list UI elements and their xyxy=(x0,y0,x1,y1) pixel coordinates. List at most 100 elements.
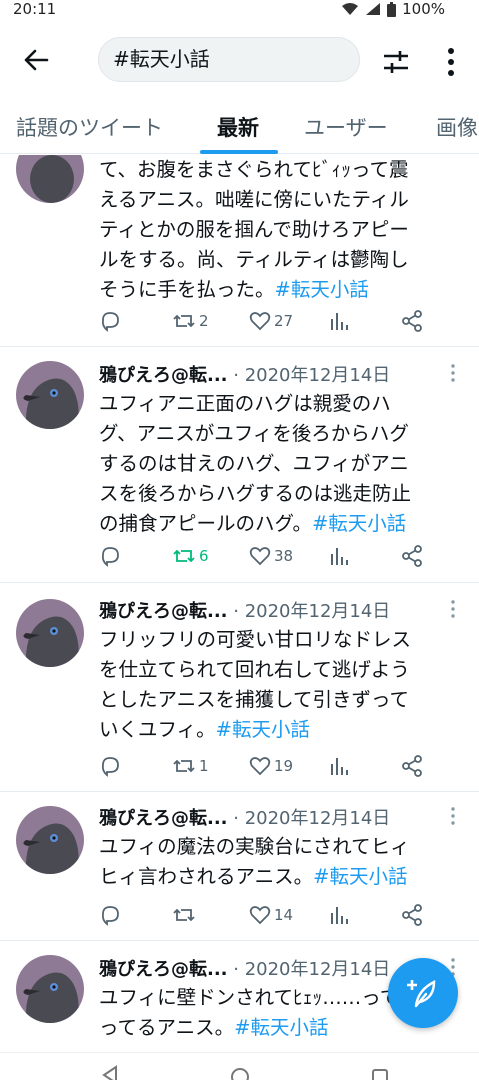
tweet-date: · 2020年12月14日 xyxy=(233,808,391,829)
tweet-text-line: フリッフリの可愛い甘ロリなドレス xyxy=(99,628,412,651)
tweet-text-line: を仕立てられて回れ右して逃げよう xyxy=(99,658,410,681)
compose-tweet-button[interactable] xyxy=(388,958,458,1028)
heart-icon xyxy=(249,906,271,925)
author-name[interactable]: 鴉ぴえろ@転... xyxy=(99,601,228,622)
tab-people[interactable]: ユーザー xyxy=(304,112,388,142)
tweet-menu-button[interactable] xyxy=(448,806,458,826)
share-icon xyxy=(402,904,422,926)
analytics-button[interactable] xyxy=(329,545,349,567)
tweet-actions: 6 38 xyxy=(99,545,449,573)
search-input[interactable]: #転天小話 xyxy=(98,37,360,82)
more-vertical-icon xyxy=(451,600,455,618)
reply-icon xyxy=(101,547,119,567)
tweet-text-line: ルをする。尚、ティルティは鬱陶し xyxy=(99,248,409,271)
hashtag-link[interactable]: #転天小話 xyxy=(312,512,406,535)
tab-top[interactable]: 話題のツイート xyxy=(16,112,163,142)
tweet-header: 鴉ぴえろ@転... · 2020年12月14日 xyxy=(99,804,390,830)
retweet-icon xyxy=(173,549,195,563)
battery-level: 100% xyxy=(402,0,445,18)
reply-button[interactable] xyxy=(99,545,121,567)
reply-button[interactable] xyxy=(99,904,121,926)
tweet-text-line: えるアニス。咄嗟に傍にいたティル xyxy=(99,188,409,211)
sliders-icon xyxy=(384,51,408,73)
more-vertical-icon xyxy=(451,807,455,825)
tweet-feed[interactable]: て、お腹をまさぐられてﾋﾞｨｯって震 えるアニス。咄嗟に傍にいたティル ティとか… xyxy=(0,155,479,1050)
like-count: 38 xyxy=(274,547,294,565)
arrow-left-icon xyxy=(24,49,49,71)
reply-icon xyxy=(101,312,119,332)
active-tab-indicator xyxy=(200,150,278,154)
avatar[interactable] xyxy=(16,155,84,203)
share-button[interactable] xyxy=(401,755,423,777)
avatar[interactable] xyxy=(16,806,84,874)
reply-button[interactable] xyxy=(99,310,121,332)
tweet-text: ユフィアニ正面のハグは親愛のハ グ、アニスがユフィを後ろからハグ するのは甘えの… xyxy=(99,389,451,539)
analytics-button[interactable] xyxy=(329,310,349,332)
retweet-button[interactable] xyxy=(172,904,199,926)
retweet-button[interactable]: 6 xyxy=(172,545,209,567)
tweet-text-line: するのは甘えのハグ、ユフィがアニ xyxy=(99,452,409,475)
top-bar: #転天小話 xyxy=(0,24,479,96)
reply-icon xyxy=(101,757,119,777)
tweet-text-line: スを後ろからハグするのは逃走防止 xyxy=(99,482,412,505)
tweet-date: · 2020年12月14日 xyxy=(233,959,391,980)
overflow-menu-button[interactable] xyxy=(438,46,464,78)
tweet-text-line: ユフィアニ正面のハグは親愛のハ xyxy=(99,392,391,415)
share-button[interactable] xyxy=(401,545,423,567)
like-button[interactable]: 27 xyxy=(249,310,293,332)
tweet-text-line: ってるアニス。 xyxy=(99,1016,235,1039)
share-button[interactable] xyxy=(401,310,423,332)
tweet[interactable]: て、お腹をまさぐられてﾋﾞｨｯって震 えるアニス。咄嗟に傍にいたティル ティとか… xyxy=(0,155,479,347)
tweet-actions: 14 xyxy=(99,904,449,932)
author-name[interactable]: 鴉ぴえろ@転... xyxy=(99,365,228,386)
tweet-date: · 2020年12月14日 xyxy=(233,601,391,622)
heart-icon xyxy=(249,757,271,776)
wifi-icon xyxy=(342,3,359,15)
tweet[interactable]: 鴉ぴえろ@転... · 2020年12月14日 ユフィの魔法の実験台にされてヒィ… xyxy=(0,792,479,941)
author-name[interactable]: 鴉ぴえろ@転... xyxy=(99,959,228,980)
nav-back-icon[interactable] xyxy=(98,1065,122,1080)
reply-button[interactable] xyxy=(99,755,121,777)
tweet-text-line: ユフィの魔法の実験台にされてヒィ xyxy=(99,835,410,858)
hashtag-link[interactable]: #転天小話 xyxy=(216,718,310,741)
like-button[interactable]: 19 xyxy=(249,755,293,777)
tab-latest[interactable]: 最新 xyxy=(217,112,259,142)
hashtag-link[interactable]: #転天小話 xyxy=(275,278,369,301)
like-button[interactable]: 14 xyxy=(249,904,293,926)
like-count: 27 xyxy=(274,312,294,330)
signal-icon xyxy=(366,3,381,15)
hashtag-link[interactable]: #転天小話 xyxy=(313,865,407,888)
retweet-button[interactable]: 2 xyxy=(172,310,209,332)
avatar[interactable] xyxy=(16,955,84,1023)
like-count: 14 xyxy=(274,906,294,924)
analytics-button[interactable] xyxy=(329,904,349,926)
nav-home-icon[interactable] xyxy=(228,1065,252,1080)
analytics-button[interactable] xyxy=(329,755,349,777)
nav-recents-icon[interactable] xyxy=(368,1065,392,1080)
tweet[interactable]: 鴉ぴえろ@転... · 2020年12月14日 フリッフリの可愛い甘ロリなドレス… xyxy=(0,583,479,792)
like-button[interactable]: 38 xyxy=(249,545,293,567)
tweet-actions: 1 19 xyxy=(99,755,449,783)
retweet-button[interactable]: 1 xyxy=(172,755,209,777)
tweet[interactable]: 鴉ぴえろ@転... · 2020年12月14日 ユフィアニ正面のハグは親愛のハ … xyxy=(0,347,479,583)
bar-chart-icon xyxy=(331,907,348,924)
search-tabs: 話題のツイート 最新 ユーザー 画像 xyxy=(0,100,479,154)
tweet-menu-button[interactable] xyxy=(448,599,458,619)
tab-photos[interactable]: 画像 xyxy=(436,112,478,142)
feather-plus-icon xyxy=(407,980,436,1008)
status-bar: 20:11 100% xyxy=(0,0,479,22)
bar-chart-icon xyxy=(331,548,348,565)
avatar[interactable] xyxy=(16,361,84,429)
hashtag-link[interactable]: #転天小話 xyxy=(234,1016,328,1039)
share-button[interactable] xyxy=(401,904,423,926)
tweet-text: ユフィの魔法の実験台にされてヒィ ヒィ言わされるアニス。#転天小話 xyxy=(99,832,451,892)
author-name[interactable]: 鴉ぴえろ@転... xyxy=(99,808,228,829)
avatar[interactable] xyxy=(16,599,84,667)
tweet-text-line: いくユフィ。 xyxy=(99,718,216,741)
tweet-text-line: グ、アニスがユフィを後ろからハグ xyxy=(99,422,409,445)
tweet-menu-button[interactable] xyxy=(448,363,458,383)
search-filter-button[interactable] xyxy=(380,46,412,78)
more-vertical-icon xyxy=(451,364,455,382)
back-button[interactable] xyxy=(18,42,54,78)
retweet-count: 2 xyxy=(199,312,209,330)
